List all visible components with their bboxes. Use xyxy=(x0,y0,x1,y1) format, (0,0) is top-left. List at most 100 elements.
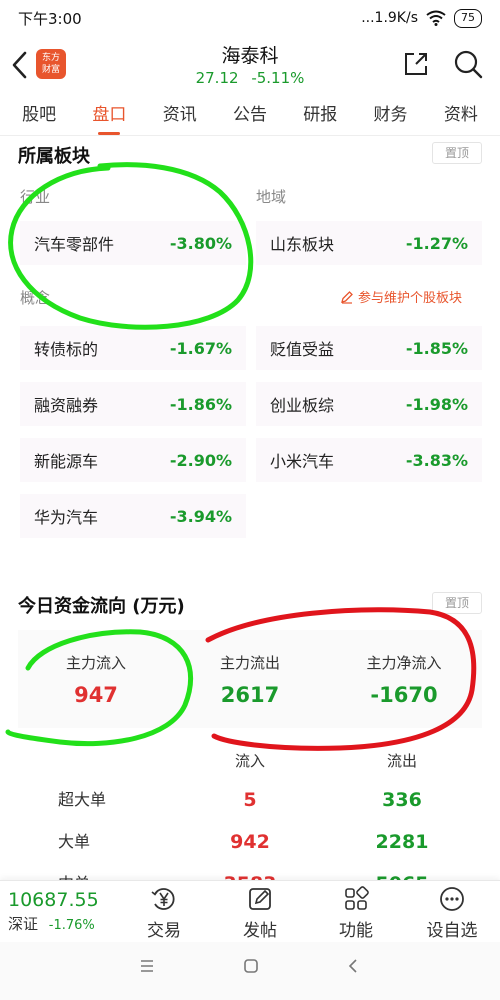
back-arrow-icon xyxy=(348,959,357,973)
stock-name: 海泰科 xyxy=(221,45,279,67)
sector-concept[interactable]: 华为汽车 -3.94% xyxy=(20,494,246,538)
search-icon[interactable] xyxy=(452,48,484,80)
sector-region[interactable]: 山东板块 -1.27% xyxy=(256,221,482,265)
fund-flow-summary: 主力流入 947 主力流出 2617 主力净流入 -1670 xyxy=(18,630,482,728)
status-indicators: ...1.9K/s 75 xyxy=(361,8,482,28)
tab-bar: 股吧 盘口 资讯 公告 研报 财务 资料 xyxy=(0,96,500,136)
main-net-inflow: 主力净流入 -1670 xyxy=(334,652,474,707)
sector-pct: -1.85% xyxy=(405,338,468,358)
nav-back-button[interactable] xyxy=(338,958,368,984)
share-icon[interactable] xyxy=(402,50,430,78)
main-net-label: 主力净流入 xyxy=(366,654,442,672)
flow-table-row: 超大单 5 336 xyxy=(0,782,500,822)
main-net-value: -1670 xyxy=(370,683,438,707)
sector-pct: -1.27% xyxy=(405,233,468,253)
stock-quote: 27.12 -5.11% xyxy=(150,69,350,87)
app-logo[interactable]: 东方 财富 xyxy=(36,49,66,79)
flow-table-row: 大单 942 2281 xyxy=(0,824,500,864)
flow-col-in-header: 流入 xyxy=(234,752,265,770)
main-inflow: 主力流入 947 xyxy=(26,652,166,707)
stock-header: 东方 财富 海泰科 27.12 -5.11% xyxy=(0,36,500,92)
fund-flow-title: 今日资金流向 (万元) xyxy=(18,596,185,617)
logo-text-1: 东方 xyxy=(41,53,60,63)
logo-text-2: 财富 xyxy=(41,65,60,75)
sector-name: 创业板综 xyxy=(270,396,335,415)
concept-label: 概念 xyxy=(20,289,51,307)
index-change: -1.76% xyxy=(48,918,95,933)
sector-pct: -3.94% xyxy=(169,506,232,526)
tab-announcements[interactable]: 公告 xyxy=(229,96,271,135)
region-label: 地域 xyxy=(256,188,287,206)
flow-row-out: 2281 xyxy=(375,831,429,853)
flow-row-in: 942 xyxy=(230,831,270,853)
flow-row-label: 超大单 xyxy=(58,790,107,809)
tab-research[interactable]: 研报 xyxy=(299,96,341,135)
add-watchlist-button[interactable]: 设自选 xyxy=(412,885,492,941)
system-nav-bar xyxy=(0,942,500,1000)
sector-pct: -1.86% xyxy=(169,394,232,414)
sector-concept[interactable]: 小米汽车 -3.83% xyxy=(256,438,482,482)
more-dots-icon xyxy=(440,887,464,911)
sector-pct: -1.67% xyxy=(169,338,232,358)
sector-pct: -3.80% xyxy=(169,233,232,253)
sector-industry[interactable]: 汽车零部件 -3.80% xyxy=(20,221,246,265)
chevron-left-icon xyxy=(12,51,27,79)
main-outflow-value: 2617 xyxy=(220,683,280,707)
sectors-title: 所属板块 xyxy=(18,146,90,167)
functions-label: 功能 xyxy=(339,921,373,941)
back-button[interactable] xyxy=(6,44,34,84)
tab-guba[interactable]: 股吧 xyxy=(18,96,60,135)
sectors-pin-button[interactable]: 置顶 xyxy=(432,142,482,164)
home-square-icon xyxy=(244,959,258,973)
post-button[interactable]: 发帖 xyxy=(220,885,300,941)
tab-pankou[interactable]: 盘口 xyxy=(88,96,130,135)
add-watchlist-label: 设自选 xyxy=(426,921,478,941)
maintain-sectors-link[interactable]: 参与维护个股板块 xyxy=(340,287,462,306)
sector-name: 新能源车 xyxy=(34,452,99,471)
grid-apps-icon xyxy=(345,886,369,910)
tab-news[interactable]: 资讯 xyxy=(159,96,201,135)
sector-pct: -2.90% xyxy=(169,450,232,470)
index-name: 深证 xyxy=(8,915,39,933)
flow-row-in: 5 xyxy=(243,789,257,811)
stock-price: 27.12 xyxy=(195,69,239,87)
stock-change-pct: -5.11% xyxy=(251,69,305,87)
trade-button[interactable]: 交易 xyxy=(124,885,204,941)
tab-profile[interactable]: 资料 xyxy=(440,96,482,135)
trade-label: 交易 xyxy=(147,921,181,941)
sector-name: 华为汽车 xyxy=(34,508,99,527)
industry-label: 行业 xyxy=(20,188,51,206)
index-ticker[interactable]: 10687.55 深证 -1.76% xyxy=(8,889,128,934)
maintain-link-text: 参与维护个股板块 xyxy=(358,291,463,306)
fund-flow-pin-button[interactable]: 置顶 xyxy=(432,592,482,614)
network-speed: ...1.9K/s xyxy=(361,10,418,26)
bottom-toolbar: 10687.55 深证 -1.76% 交易 发帖 功能 设自选 xyxy=(0,880,500,942)
sector-name: 融资融券 xyxy=(34,396,99,415)
functions-button[interactable]: 功能 xyxy=(316,885,396,941)
post-label: 发帖 xyxy=(243,921,277,941)
index-value: 10687.55 xyxy=(8,889,99,911)
nav-home-button[interactable] xyxy=(236,958,266,984)
edit-post-icon xyxy=(249,888,271,910)
sector-name: 小米汽车 xyxy=(270,452,335,471)
sector-concept[interactable]: 新能源车 -2.90% xyxy=(20,438,246,482)
menu-icon xyxy=(141,960,153,972)
sector-name: 汽车零部件 xyxy=(34,235,115,254)
yen-trade-icon xyxy=(151,888,175,910)
main-inflow-value: 947 xyxy=(74,683,118,707)
battery-indicator: 75 xyxy=(454,8,482,28)
nav-menu-button[interactable] xyxy=(132,958,162,984)
flow-col-out-header: 流出 xyxy=(386,752,417,770)
flow-row-out: 336 xyxy=(382,789,422,811)
sector-concept[interactable]: 融资融券 -1.86% xyxy=(20,382,246,426)
sector-concept[interactable]: 创业板综 -1.98% xyxy=(256,382,482,426)
sector-concept[interactable]: 贬值受益 -1.85% xyxy=(256,326,482,370)
wifi-icon xyxy=(426,10,446,26)
sector-pct: -3.83% xyxy=(405,450,468,470)
sector-concept[interactable]: 转债标的 -1.67% xyxy=(20,326,246,370)
sector-name: 转债标的 xyxy=(34,340,99,359)
tab-finance[interactable]: 财务 xyxy=(370,96,412,135)
flow-row-label: 大单 xyxy=(58,832,91,851)
sector-pct: -1.98% xyxy=(405,394,468,414)
index-info: 深证 -1.76% xyxy=(8,913,128,934)
